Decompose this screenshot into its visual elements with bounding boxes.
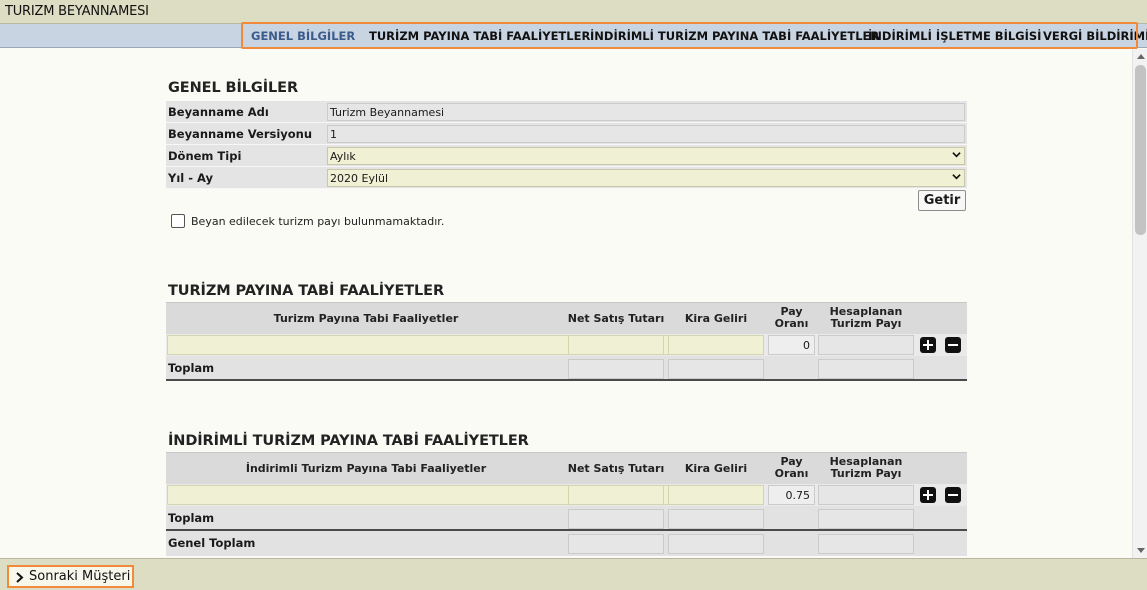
genel-toplam-kira <box>668 534 764 554</box>
indirimli-hesaplanan-pay <box>818 485 914 505</box>
indirimli-toplam-hesaplanan <box>818 509 914 529</box>
genel-toplam-label: Genel Toplam <box>168 536 256 550</box>
indirimli-table-header: İndirimli Turizm Payına Tabi Faaliyetler… <box>166 452 967 484</box>
header-kira-geliri: Kira Geliri <box>684 312 748 325</box>
turizm-toplam-label: Toplam <box>168 361 215 375</box>
indirimli-pay-orani: 0.75 <box>768 485 815 505</box>
turizm-toplam-net-satis <box>568 359 664 379</box>
donem-tipi-label: Dönem Tipi <box>168 149 242 163</box>
indirimli-kira-geliri-input[interactable] <box>668 485 764 505</box>
getir-button[interactable]: Getir <box>918 190 966 211</box>
turizm-table-header: Turizm Payına Tabi Faaliyetler Net Satış… <box>166 302 967 334</box>
header-pay-line2: Oranı <box>774 467 809 480</box>
turizm-table-row: 0 <box>166 334 967 356</box>
remove-row-minus-icon[interactable] <box>945 487 961 503</box>
yil-ay-select[interactable]: 2020 Eylül <box>327 169 965 187</box>
title-bar: TURIZM BEYANNAMESI <box>0 0 1147 24</box>
turizm-toplam-kira <box>668 359 764 379</box>
vertical-scrollbar[interactable] <box>1132 49 1147 558</box>
header-net-satis: Net Satış Tutarı <box>567 462 665 475</box>
turizm-toplam-row: Toplam <box>166 356 967 381</box>
scroll-up-arrow-icon[interactable] <box>1137 54 1145 59</box>
tab-highlight-box <box>241 22 1138 49</box>
header-hesaplanan-line2: Turizm Payı <box>830 317 902 330</box>
main-content: GENEL BİLGİLER Beyanname Adı Turizm Beya… <box>0 49 1132 558</box>
yil-ay-label: Yıl - Ay <box>168 171 213 185</box>
header-faaliyet: Turizm Payına Tabi Faaliyetler <box>273 312 459 325</box>
form-row-beyanname-versiyonu: Beyanname Versiyonu 1 <box>166 123 967 145</box>
turizm-net-satis-input[interactable] <box>568 335 664 355</box>
next-customer-label: Sonraki Müşteri <box>29 569 131 584</box>
next-customer-button[interactable]: Sonraki Müşteri <box>7 565 134 588</box>
turizm-payi-yok-label: Beyan edilecek turizm payı bulunmamaktad… <box>191 215 445 228</box>
yil-ay-value: 2020 Eylül <box>330 172 389 185</box>
app-title: TURIZM BEYANNAMESI <box>5 4 149 19</box>
scrollbar-thumb[interactable] <box>1135 65 1146 235</box>
genel-toplam-net-satis <box>568 534 664 554</box>
scroll-down-arrow-icon[interactable] <box>1137 548 1145 553</box>
header-net-satis: Net Satış Tutarı <box>567 312 665 325</box>
donem-tipi-value: Aylık <box>330 150 356 163</box>
footer-bar: Sonraki Müşteri <box>0 558 1147 590</box>
beyanname-versiyonu-field: 1 <box>327 125 965 143</box>
chevron-down-icon <box>952 152 961 158</box>
donem-tipi-select[interactable]: Aylık <box>327 147 965 165</box>
beyanname-adi-field: Turizm Beyannamesi <box>327 103 965 121</box>
beyanname-versiyonu-label: Beyanname Versiyonu <box>168 127 313 141</box>
turizm-toplam-hesaplanan <box>818 359 914 379</box>
turizm-pay-orani: 0 <box>768 335 815 355</box>
header-hesaplanan-line2: Turizm Payı <box>830 467 902 480</box>
chevron-right-icon <box>16 572 24 583</box>
indirimli-toplam-kira <box>668 509 764 529</box>
beyanname-adi-label: Beyanname Adı <box>168 105 269 119</box>
form-row-donem-tipi: Dönem Tipi Aylık <box>166 145 967 167</box>
indirimli-toplam-label: Toplam <box>168 511 215 525</box>
turizm-hesaplanan-pay <box>818 335 914 355</box>
chevron-down-icon <box>952 174 961 180</box>
turizm-kira-geliri-input[interactable] <box>668 335 764 355</box>
add-row-plus-icon[interactable] <box>920 337 936 353</box>
genel-toplam-row: Genel Toplam <box>166 531 967 556</box>
genel-toplam-hesaplanan <box>818 534 914 554</box>
indirimli-net-satis-input[interactable] <box>568 485 664 505</box>
form-row-beyanname-adi: Beyanname Adı Turizm Beyannamesi <box>166 101 967 123</box>
form-row-yil-ay: Yıl - Ay 2020 Eylül <box>166 167 967 189</box>
header-faaliyet: İndirimli Turizm Payına Tabi Faaliyetler <box>245 462 487 475</box>
indirimli-toplam-row: Toplam <box>166 506 967 531</box>
header-kira-geliri: Kira Geliri <box>684 462 748 475</box>
genel-bilgiler-title: GENEL BİLGİLER <box>168 80 299 96</box>
turizm-faaliyetler-title: TURİZM PAYINA TABİ FAALİYETLER <box>168 283 445 299</box>
indirimli-faaliyetler-title: İNDİRİMLİ TURİZM PAYINA TABİ FAALİYETLER <box>168 433 529 449</box>
header-pay-line2: Oranı <box>774 317 809 330</box>
turizm-payi-yok-checkbox[interactable] <box>171 214 185 228</box>
indirimli-toplam-net-satis <box>568 509 664 529</box>
indirimli-table-row: 0.75 <box>166 484 967 506</box>
remove-row-minus-icon[interactable] <box>945 337 961 353</box>
add-row-plus-icon[interactable] <box>920 487 936 503</box>
